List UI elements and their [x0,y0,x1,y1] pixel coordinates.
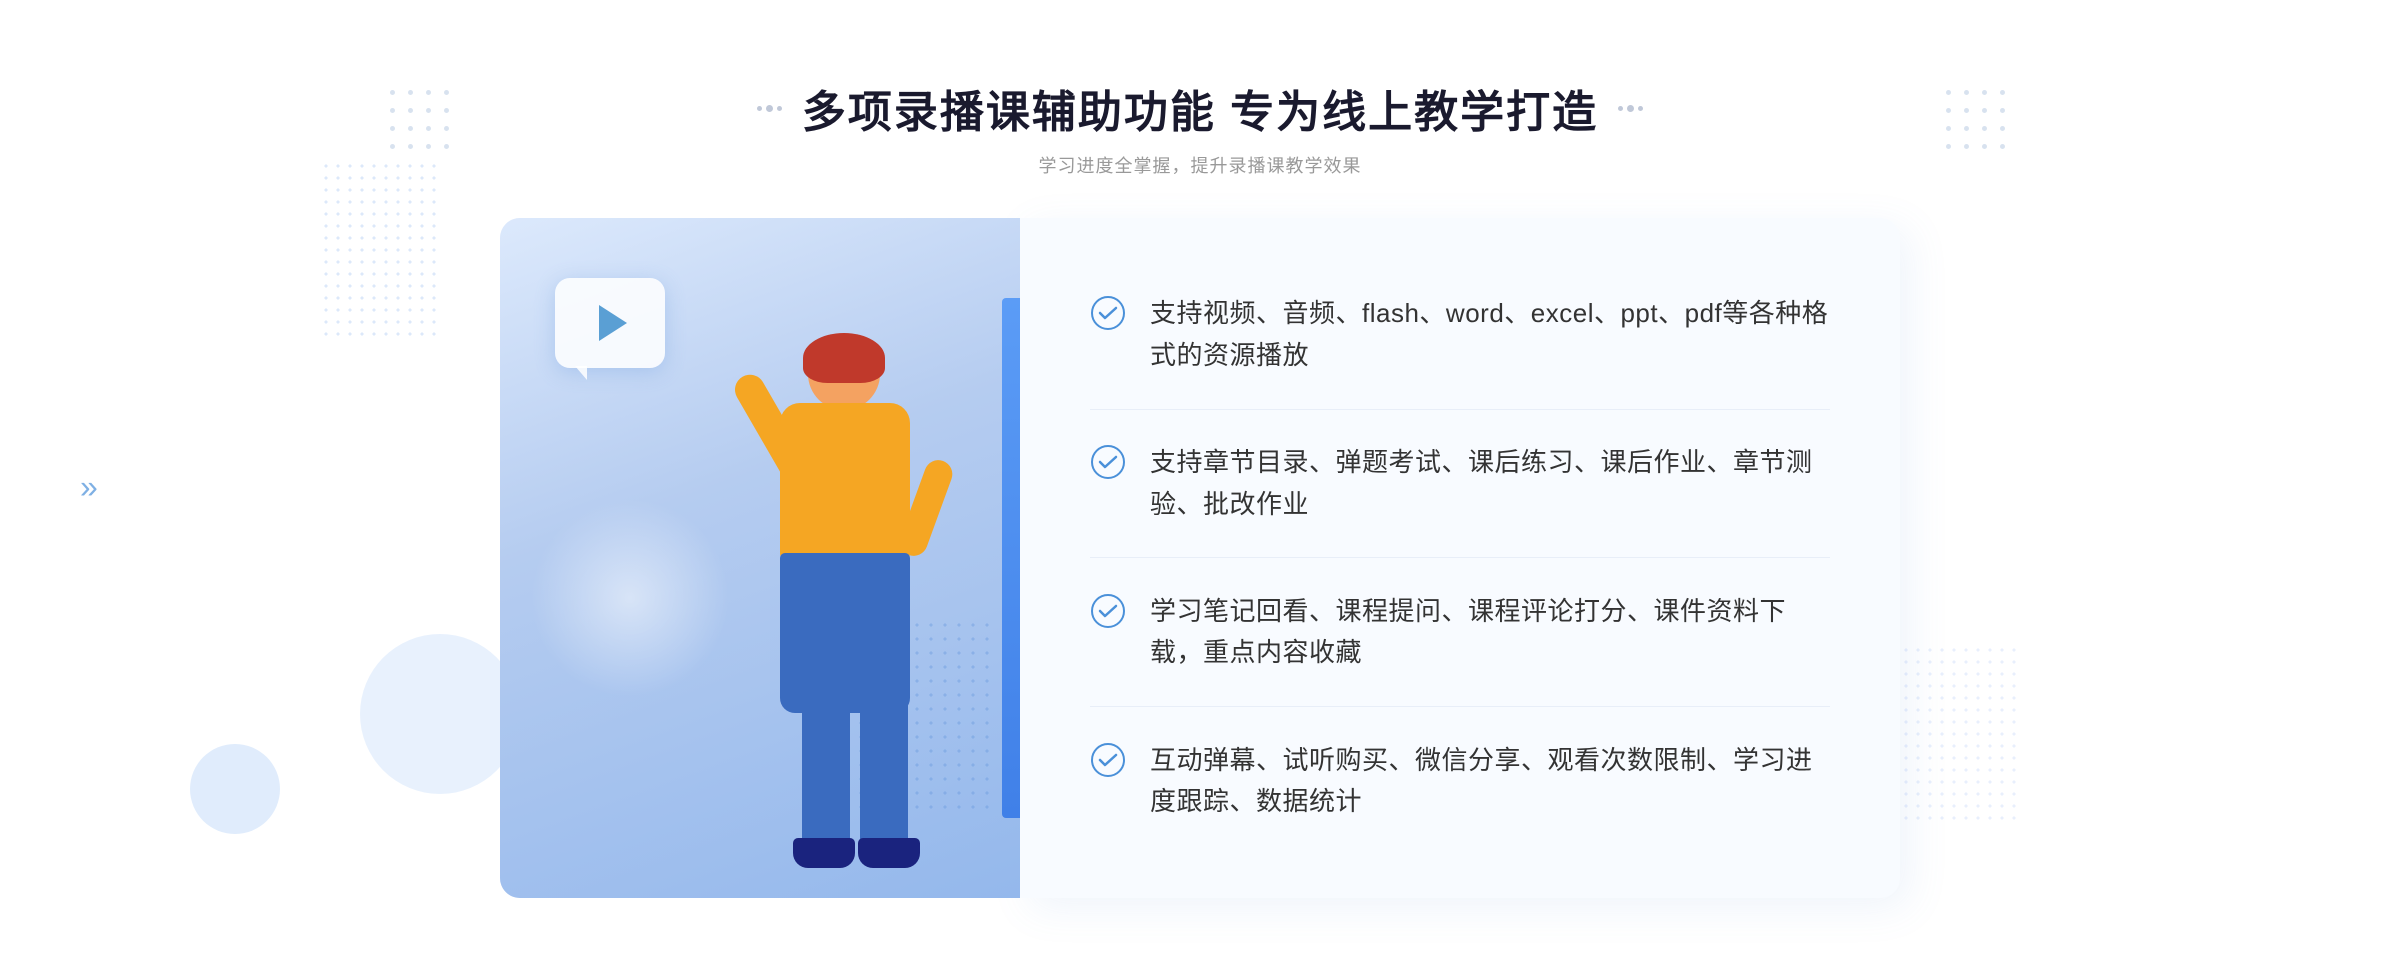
feature-item-4: 互动弹幕、试听购买、微信分享、观看次数限制、学习进度跟踪、数据统计 [1090,722,1830,841]
title-dots-right [1946,90,2010,154]
check-icon-4 [1090,742,1126,778]
char-body [780,403,910,563]
feature-item-3: 学习笔记回看、课程提问、课程评论打分、课件资料下载，重点内容收藏 [1090,573,1830,692]
decorative-circle-small [190,744,280,834]
check-icon-3 [1090,593,1126,629]
character-illustration [680,338,960,898]
char-shoe-right [858,838,920,868]
char-pants [780,553,910,713]
char-shoe-left [793,838,855,868]
divider-3 [1090,706,1830,707]
play-triangle-icon [599,305,627,341]
char-leg-right [860,693,908,853]
title-decorator-right [1618,105,1643,112]
feature-item-2: 支持章节目录、弹题考试、课后练习、课后作业、章节测验、批改作业 [1090,424,1830,543]
decorative-circle-large [360,634,520,794]
blue-accent-bar [1002,298,1020,818]
illustration-panel [500,218,1020,898]
page-subtitle: 学习进度全掌握，提升录播课教学效果 [757,152,1643,178]
features-panel: 支持视频、音频、flash、word、excel、ppt、pdf等各种格式的资源… [1020,218,1900,898]
char-hair [803,333,885,383]
page-title: 多项录播课辅助功能 专为线上教学打造 [802,76,1598,140]
check-icon-1 [1090,295,1126,331]
page-header: 多项录播课辅助功能 专为线上教学打造 学习进度全掌握，提升录播课教学效果 [757,76,1643,178]
feature-text-2: 支持章节目录、弹题考试、课后练习、课后作业、章节测验、批改作业 [1150,442,1830,525]
check-icon-2 [1090,444,1126,480]
feature-item-1: 支持视频、音频、flash、word、excel、ppt、pdf等各种格式的资源… [1090,275,1830,394]
divider-2 [1090,557,1830,558]
char-leg-left [802,693,850,853]
title-dots-left [390,90,454,154]
feature-text-4: 互动弹幕、试听购买、微信分享、观看次数限制、学习进度跟踪、数据统计 [1150,740,1830,823]
title-decorator-left [757,105,782,112]
play-bubble [555,278,665,368]
divider-1 [1090,409,1830,410]
dots-decoration-left [320,160,440,340]
main-content: 支持视频、音频、flash、word、excel、ppt、pdf等各种格式的资源… [500,218,1900,898]
chevron-left-icon: » [80,469,98,506]
feature-text-1: 支持视频、音频、flash、word、excel、ppt、pdf等各种格式的资源… [1150,293,1830,376]
dots-decoration-right [1900,644,2020,824]
feature-text-3: 学习笔记回看、课程提问、课程评论打分、课件资料下载，重点内容收藏 [1150,591,1830,674]
